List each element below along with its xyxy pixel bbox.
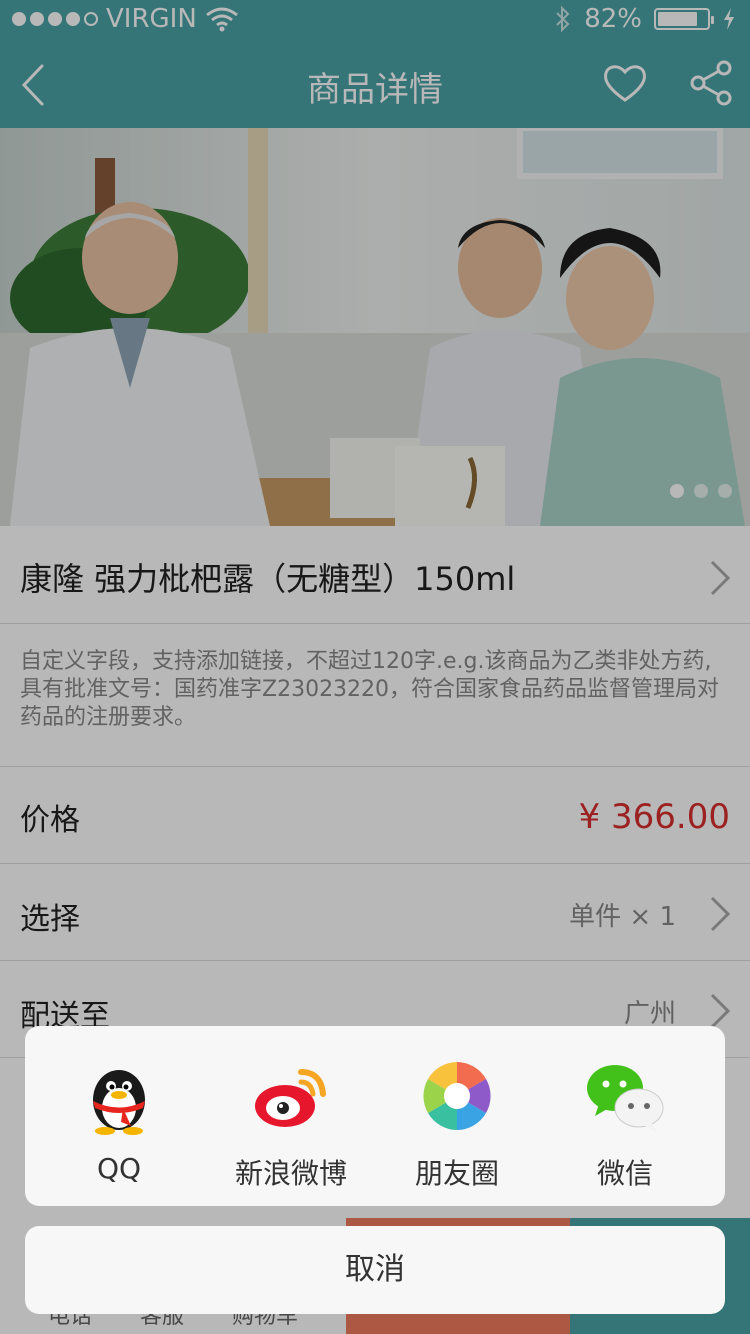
wechat-icon (587, 1065, 664, 1132)
cancel-button[interactable]: 取消 (25, 1226, 725, 1314)
share-weibo-button[interactable]: 新浪微博 (211, 1056, 371, 1192)
share-weibo-label: 新浪微博 (234, 1157, 347, 1190)
share-sheet: QQ 新浪微博 朋友圈 微信 (25, 1026, 725, 1206)
share-qq-button[interactable]: QQ (39, 1056, 199, 1185)
share-moments-button[interactable]: 朋友圈 (377, 1056, 537, 1192)
share-wechat-label: 微信 (596, 1157, 653, 1190)
weibo-icon (255, 1069, 326, 1127)
share-wechat-button[interactable]: 微信 (545, 1056, 705, 1192)
qq-icon (93, 1070, 145, 1135)
moments-icon (423, 1062, 491, 1130)
share-moments-label: 朋友圈 (414, 1157, 499, 1190)
share-qq-label: QQ (96, 1152, 142, 1185)
